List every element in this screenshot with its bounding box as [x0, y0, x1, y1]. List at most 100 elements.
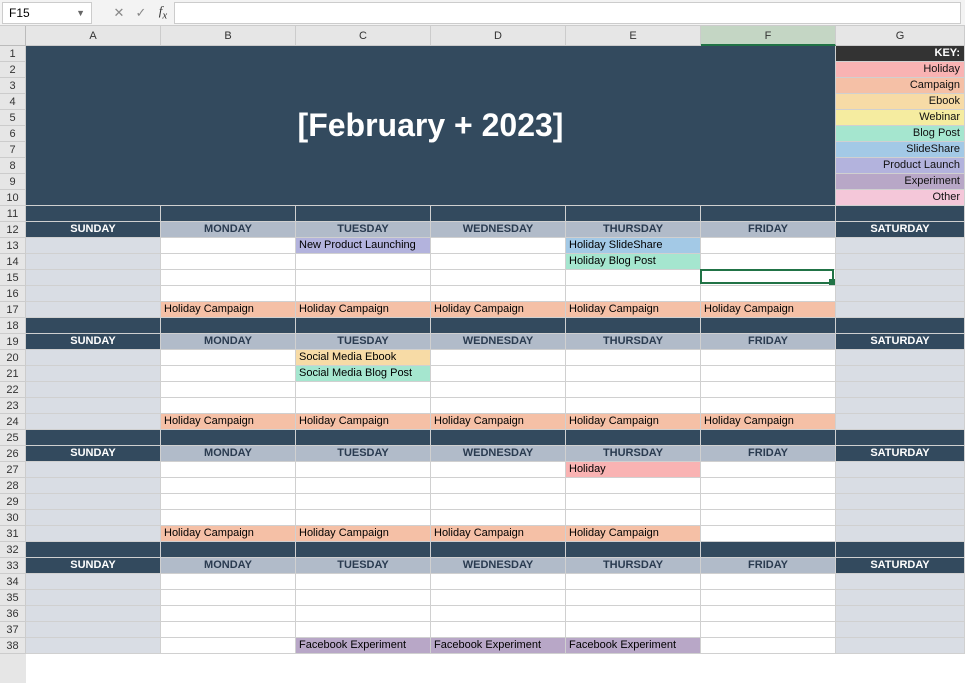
cell-A36[interactable] [26, 606, 161, 622]
cell-F15[interactable] [701, 270, 836, 286]
cell-D21[interactable] [431, 366, 566, 382]
row-header-33[interactable]: 33 [0, 558, 26, 574]
cell-G8[interactable]: Product Launch [836, 158, 965, 174]
cell-C33[interactable]: TUESDAY [296, 558, 431, 574]
cell-C22[interactable] [296, 382, 431, 398]
cell-D22[interactable] [431, 382, 566, 398]
cell-F33[interactable]: FRIDAY [701, 558, 836, 574]
cell-B15[interactable] [161, 270, 296, 286]
cell-F29[interactable] [701, 494, 836, 510]
cell-E35[interactable] [566, 590, 701, 606]
cell-G14[interactable] [836, 254, 965, 270]
cell-E38[interactable]: Facebook Experiment [566, 638, 701, 654]
cell-C37[interactable] [296, 622, 431, 638]
cell-D37[interactable] [431, 622, 566, 638]
cell-E37[interactable] [566, 622, 701, 638]
cell-E11[interactable] [566, 206, 701, 222]
cell-A16[interactable] [26, 286, 161, 302]
cell-F17[interactable]: Holiday Campaign [701, 302, 836, 318]
cell-F11[interactable] [701, 206, 836, 222]
row-header-13[interactable]: 13 [0, 238, 26, 254]
cell-G29[interactable] [836, 494, 965, 510]
cell-B31[interactable]: Holiday Campaign [161, 526, 296, 542]
cell-C35[interactable] [296, 590, 431, 606]
row-header-19[interactable]: 19 [0, 334, 26, 350]
row-header-12[interactable]: 12 [0, 222, 26, 238]
cell-G16[interactable] [836, 286, 965, 302]
col-header-G[interactable]: G [836, 26, 965, 46]
cell-E22[interactable] [566, 382, 701, 398]
cell-B36[interactable] [161, 606, 296, 622]
cell-F13[interactable] [701, 238, 836, 254]
cell-G31[interactable] [836, 526, 965, 542]
row-header-10[interactable]: 10 [0, 190, 26, 206]
cell-D15[interactable] [431, 270, 566, 286]
cell-G38[interactable] [836, 638, 965, 654]
cell-F35[interactable] [701, 590, 836, 606]
row-header-32[interactable]: 32 [0, 542, 26, 558]
cell-G2[interactable]: Holiday [836, 62, 965, 78]
cell-F19[interactable]: FRIDAY [701, 334, 836, 350]
cell-A12[interactable]: SUNDAY [26, 222, 161, 238]
cell-A17[interactable] [26, 302, 161, 318]
cell-B38[interactable] [161, 638, 296, 654]
cell-F28[interactable] [701, 478, 836, 494]
cell-F14[interactable] [701, 254, 836, 270]
cell-A28[interactable] [26, 478, 161, 494]
row-header-20[interactable]: 20 [0, 350, 26, 366]
col-header-F[interactable]: F [701, 26, 836, 46]
cell-A26[interactable]: SUNDAY [26, 446, 161, 462]
cell-B24[interactable]: Holiday Campaign [161, 414, 296, 430]
cell-A31[interactable] [26, 526, 161, 542]
cell-C20[interactable]: Social Media Ebook [296, 350, 431, 366]
cell-G17[interactable] [836, 302, 965, 318]
row-header-8[interactable]: 8 [0, 158, 26, 174]
cell-F26[interactable]: FRIDAY [701, 446, 836, 462]
row-header-14[interactable]: 14 [0, 254, 26, 270]
cell-A25[interactable] [26, 430, 161, 446]
row-header-37[interactable]: 37 [0, 622, 26, 638]
cell-A24[interactable] [26, 414, 161, 430]
cell-B37[interactable] [161, 622, 296, 638]
cell-D33[interactable]: WEDNESDAY [431, 558, 566, 574]
cells-area[interactable]: [February + 2023] KEY:HolidayCampaignEbo… [26, 46, 965, 654]
cell-B30[interactable] [161, 510, 296, 526]
cell-G11[interactable] [836, 206, 965, 222]
cell-B18[interactable] [161, 318, 296, 334]
cell-D31[interactable]: Holiday Campaign [431, 526, 566, 542]
cell-A21[interactable] [26, 366, 161, 382]
cell-A13[interactable] [26, 238, 161, 254]
cell-D38[interactable]: Facebook Experiment [431, 638, 566, 654]
cell-B12[interactable]: MONDAY [161, 222, 296, 238]
cell-G5[interactable]: Webinar [836, 110, 965, 126]
cell-C15[interactable] [296, 270, 431, 286]
cell-B26[interactable]: MONDAY [161, 446, 296, 462]
row-header-2[interactable]: 2 [0, 62, 26, 78]
cell-D25[interactable] [431, 430, 566, 446]
cell-D13[interactable] [431, 238, 566, 254]
col-header-D[interactable]: D [431, 26, 566, 46]
cell-E12[interactable]: THURSDAY [566, 222, 701, 238]
cell-D34[interactable] [431, 574, 566, 590]
row-header-7[interactable]: 7 [0, 142, 26, 158]
cell-E18[interactable] [566, 318, 701, 334]
cell-B21[interactable] [161, 366, 296, 382]
row-header-24[interactable]: 24 [0, 414, 26, 430]
row-header-26[interactable]: 26 [0, 446, 26, 462]
cell-D29[interactable] [431, 494, 566, 510]
row-header-35[interactable]: 35 [0, 590, 26, 606]
cell-E33[interactable]: THURSDAY [566, 558, 701, 574]
cell-G18[interactable] [836, 318, 965, 334]
cell-D24[interactable]: Holiday Campaign [431, 414, 566, 430]
cell-C32[interactable] [296, 542, 431, 558]
cell-E19[interactable]: THURSDAY [566, 334, 701, 350]
cell-F31[interactable] [701, 526, 836, 542]
row-header-38[interactable]: 38 [0, 638, 26, 654]
cell-G23[interactable] [836, 398, 965, 414]
cell-D20[interactable] [431, 350, 566, 366]
cell-A32[interactable] [26, 542, 161, 558]
cell-F23[interactable] [701, 398, 836, 414]
cell-C28[interactable] [296, 478, 431, 494]
cell-B19[interactable]: MONDAY [161, 334, 296, 350]
cell-C26[interactable]: TUESDAY [296, 446, 431, 462]
